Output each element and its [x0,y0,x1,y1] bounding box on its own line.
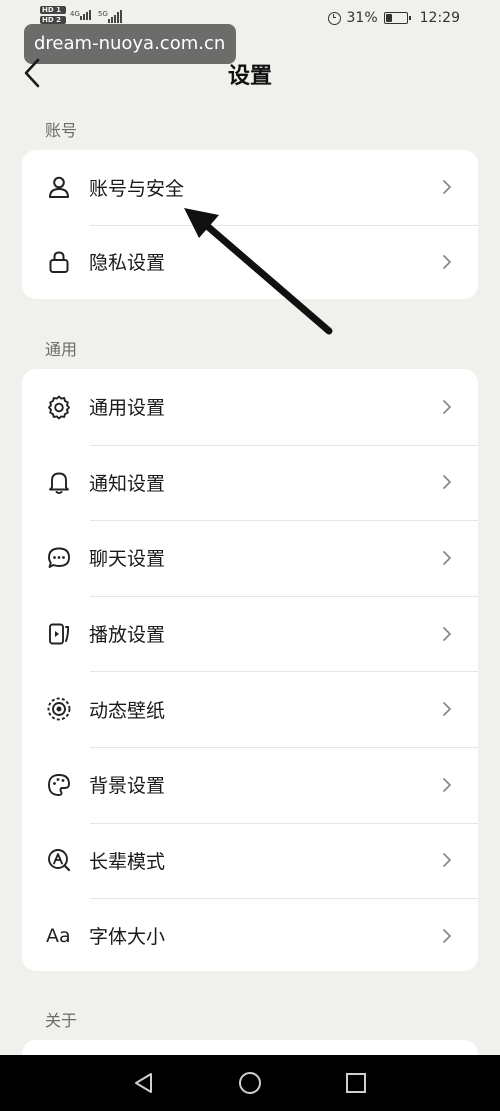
settings-item-elder-mode[interactable]: 长辈模式 [22,822,478,899]
chevron-right-icon [443,551,451,565]
general-card: 通用设置 通知设置 聊天设置 播放设置 动态壁纸 背景设置 长辈模式 Aa 字体… [22,369,478,971]
nav-back-icon[interactable] [132,1071,156,1095]
clock: 12:29 [419,10,460,26]
section-label-general: 通用 [45,340,78,359]
section-label-about: 关于 [45,1011,78,1030]
settings-item-font-size[interactable]: Aa 字体大小 [22,898,478,971]
alarm-icon [327,11,341,25]
chevron-right-icon [443,853,451,868]
settings-item-label: 字体大小 [89,926,166,949]
signal-bars-icon [80,10,91,20]
chevron-right-icon [443,777,451,792]
elder-mode-icon [46,847,72,873]
chevron-right-icon [443,475,451,490]
nav-home-icon[interactable] [238,1071,262,1095]
settings-item-account-security[interactable]: 账号与安全 [22,150,478,225]
font-size-icon: Aa [46,923,80,949]
play-icon [46,621,72,647]
settings-item-label: 账号与安全 [89,177,185,200]
chevron-right-icon [443,180,451,195]
palette-icon [46,772,72,798]
system-nav-bar [0,1055,500,1111]
gear-icon [46,394,72,420]
settings-item-chat[interactable]: 聊天设置 [22,520,478,596]
live-wallpaper-icon [46,696,72,722]
settings-item-label: 隐私设置 [89,252,166,275]
network-type-2: 5G [98,10,108,18]
settings-item-label: 聊天设置 [89,548,166,571]
chevron-right-icon [443,399,451,414]
settings-item-label: 通知设置 [89,472,166,495]
bell-icon [46,469,72,495]
settings-item-label: 播放设置 [89,624,166,647]
person-icon [46,174,72,200]
settings-item-label: 动态壁纸 [89,699,166,722]
settings-item-label: 通用设置 [89,397,166,420]
settings-item-label: 长辈模式 [89,850,166,873]
battery-icon [383,12,411,24]
chat-bubble-icon [46,545,72,571]
font-size-icon-text: Aa [46,924,71,947]
chevron-right-icon [443,929,451,943]
page-title: 设置 [227,64,272,89]
battery-fill [385,14,392,22]
hd-badge-1: HD 1 [40,6,66,14]
account-card: 账号与安全 隐私设置 [22,150,478,299]
settings-item-general[interactable]: 通用设置 [22,369,478,445]
nav-recents-icon[interactable] [344,1071,368,1095]
settings-item-label: 背景设置 [89,775,166,798]
network-type-1: 4G [70,10,80,18]
settings-item-notifications[interactable]: 通知设置 [22,444,478,521]
chevron-right-icon [443,702,451,717]
settings-item-privacy[interactable]: 隐私设置 [22,224,478,300]
settings-item-playback[interactable]: 播放设置 [22,595,478,672]
signal-indicator: HD 1 HD 2 [40,6,66,24]
hd-badge-2: HD 2 [40,16,66,24]
chevron-right-icon [443,254,451,269]
battery-percent: 31% [346,10,378,26]
settings-item-background[interactable]: 背景设置 [22,746,478,823]
signal-bars-icon [108,10,122,23]
lock-icon [46,249,72,275]
settings-item-live-wallpaper[interactable]: 动态壁纸 [22,671,478,747]
chevron-right-icon [443,626,451,641]
section-label-account: 账号 [45,121,78,140]
